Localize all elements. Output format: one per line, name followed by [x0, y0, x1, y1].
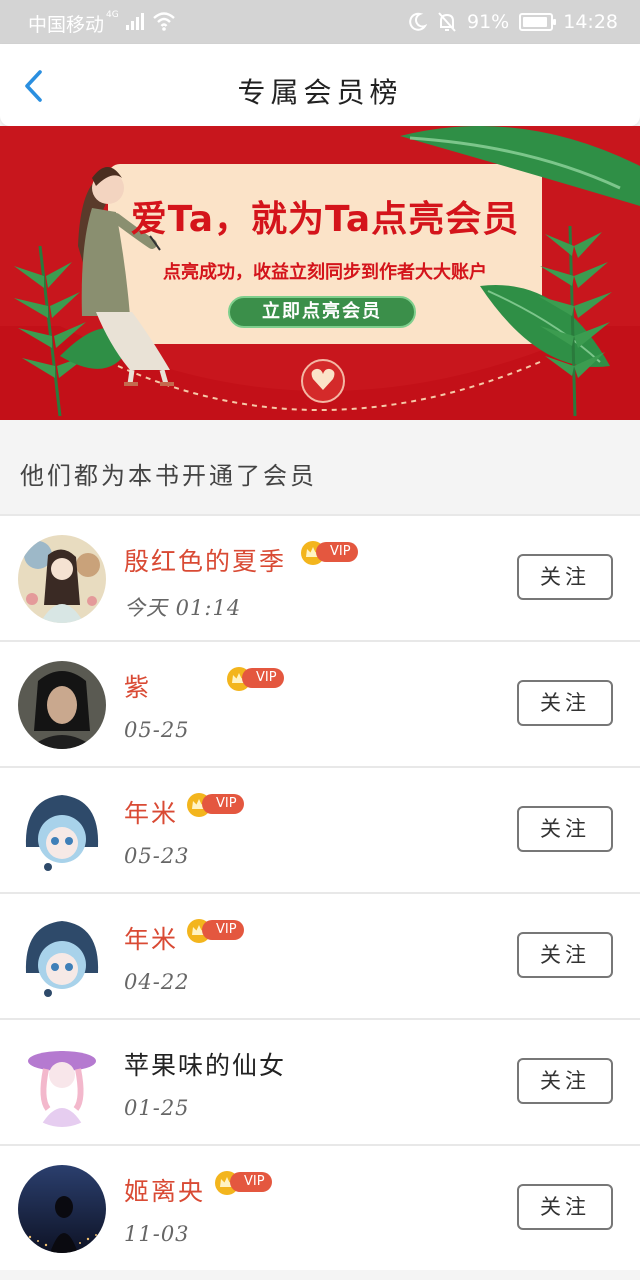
nav-header: 专属会员榜	[0, 44, 640, 126]
avatar-purple-hat-girl[interactable]	[18, 1039, 106, 1127]
follow-button[interactable]: 关注	[517, 1058, 613, 1104]
member-time: 01-25	[124, 1096, 190, 1120]
list-item[interactable]: 苹果味的仙女 01-25 关注	[0, 1018, 640, 1144]
list-item[interactable]: 年米 VIP 05-23 关注	[0, 766, 640, 892]
list-item[interactable]: 年米 VIP 04-22 关注	[0, 892, 640, 1018]
avatar-photo-girl[interactable]	[18, 661, 106, 749]
avatar-anime-girl-flowers[interactable]	[18, 535, 106, 623]
battery-percent: 91%	[467, 11, 510, 33]
clock: 14:28	[563, 11, 618, 33]
list-item[interactable]: 姬离央 VIP 11-03 关注	[0, 1144, 640, 1270]
avatar-penguin-hood-girl[interactable]	[18, 913, 106, 1001]
vip-promo-banner[interactable]: 爱Ta，就为Ta点亮会员 点亮成功，收益立刻同步到作者大大账户 立即点亮会员	[0, 126, 640, 420]
follow-button[interactable]: 关注	[517, 1184, 613, 1230]
member-time: 05-25	[124, 718, 190, 742]
vip-label: VIP	[242, 668, 284, 688]
wifi-icon	[153, 12, 175, 31]
member-time: 04-22	[124, 970, 190, 994]
member-time: 05-23	[124, 844, 190, 868]
network-type: 4G	[106, 10, 119, 20]
member-list: 殷红色的夏季 VIP 今天 01:14 关注 紫 VIP 05-25 关注 年米…	[0, 514, 640, 1270]
list-item[interactable]: 殷红色的夏季 VIP 今天 01:14 关注	[0, 514, 640, 640]
follow-button[interactable]: 关注	[517, 806, 613, 852]
member-name[interactable]: 年米	[124, 920, 178, 956]
avatar-night-city-girl[interactable]	[18, 1165, 106, 1253]
carrier-name: 中国移动 4G	[28, 10, 119, 36]
follow-button[interactable]: 关注	[517, 554, 613, 600]
member-name[interactable]: 苹果味的仙女	[124, 1046, 286, 1082]
section-title: 他们都为本书开通了会员	[20, 462, 317, 490]
banner-subtitle: 点亮成功，收益立刻同步到作者大大账户	[163, 262, 487, 283]
do-not-disturb-moon-icon	[409, 12, 427, 31]
light-up-vip-button[interactable]: 立即点亮会员	[228, 296, 416, 328]
member-name[interactable]: 殷红色的夏季	[124, 542, 286, 578]
member-time: 11-03	[124, 1222, 190, 1246]
status-bar: 中国移动 4G 91% 14:28	[0, 0, 640, 44]
page-title: 专属会员榜	[237, 76, 403, 109]
battery-icon	[519, 13, 557, 31]
banner-headline: 爱Ta，就为Ta点亮会员	[130, 199, 520, 240]
member-time: 今天 01:14	[124, 596, 242, 620]
vip-label: VIP	[202, 794, 244, 814]
member-name[interactable]: 年米	[124, 794, 178, 830]
vip-label: VIP	[202, 920, 244, 940]
list-item[interactable]: 紫 VIP 05-25 关注	[0, 640, 640, 766]
member-name[interactable]: 紫	[124, 668, 151, 704]
member-name[interactable]: 姬离央	[124, 1172, 205, 1208]
vip-label: VIP	[230, 1172, 272, 1192]
follow-button[interactable]: 关注	[517, 680, 613, 726]
mute-bell-icon	[438, 12, 456, 32]
vip-label: VIP	[316, 542, 358, 562]
avatar-penguin-hood-girl[interactable]	[18, 787, 106, 875]
signal-icon	[126, 13, 144, 30]
follow-button[interactable]: 关注	[517, 932, 613, 978]
